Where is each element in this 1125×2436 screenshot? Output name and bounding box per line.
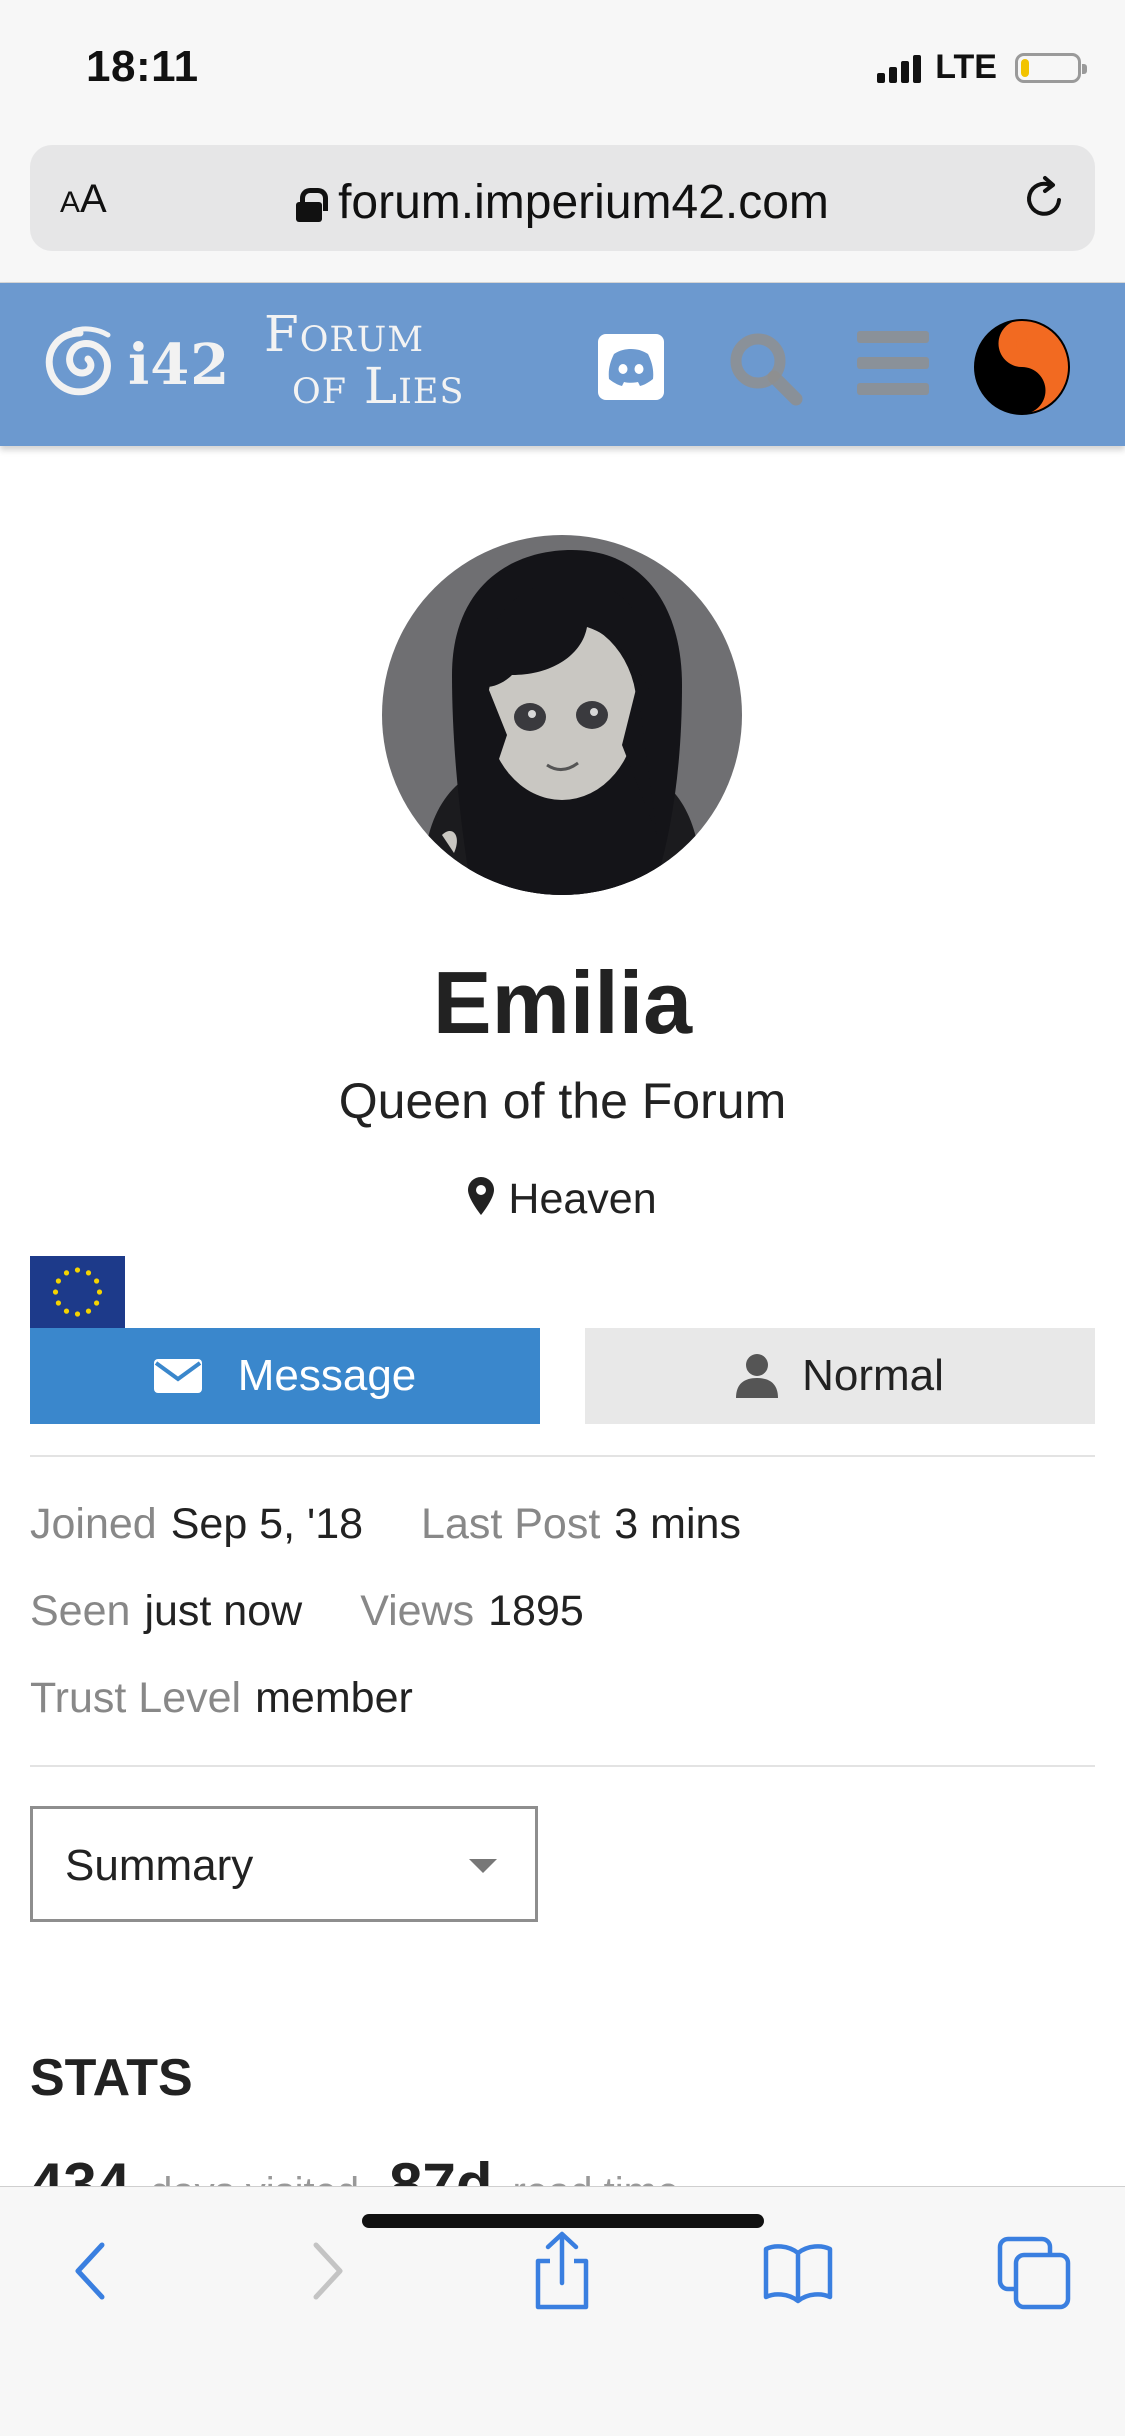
- bookmarks-icon[interactable]: [758, 2231, 838, 2311]
- user-icon: [736, 1354, 779, 1398]
- last-post-value: 3 mins: [614, 1500, 741, 1548]
- trust-value: member: [255, 1674, 413, 1722]
- logo-text: i42: [128, 332, 231, 398]
- battery-icon: [1015, 52, 1087, 83]
- chevron-down-icon: [469, 1859, 497, 1873]
- share-icon[interactable]: [522, 2231, 602, 2311]
- profile-section-select[interactable]: Summary: [30, 1806, 538, 1922]
- profile-avatar[interactable]: [382, 535, 742, 895]
- read-time-value: 87d: [389, 2151, 493, 2188]
- selected-section: Summary: [65, 1841, 254, 1890]
- battery-level: [1021, 58, 1029, 77]
- swirl-logo-icon: [45, 326, 111, 396]
- username: Emilia: [432, 953, 693, 1052]
- normal-label: Normal: [802, 1351, 944, 1400]
- stats-row-partial: 434days visited87dread time: [30, 2150, 709, 2188]
- home-indicator[interactable]: [362, 2214, 764, 2228]
- forward-icon[interactable]: [286, 2231, 366, 2311]
- user-title: Queen of the Forum: [338, 1073, 787, 1129]
- location-text: Heaven: [508, 1175, 657, 1223]
- eu-flag-icon: [30, 1256, 125, 1328]
- divider: [30, 1765, 1095, 1767]
- views-value: 1895: [488, 1587, 584, 1635]
- divider: [30, 1455, 1095, 1457]
- url-field[interactable]: forum.imperium42.com: [30, 175, 1095, 230]
- user-location: Heaven: [0, 1175, 1125, 1224]
- discord-button[interactable]: [598, 334, 664, 400]
- discord-icon: [608, 349, 654, 386]
- seen-value: just now: [144, 1587, 303, 1635]
- meta-row-seen: Seen just now Views 1895: [30, 1587, 584, 1636]
- views-label: Views: [360, 1587, 475, 1635]
- hamburger-menu-icon[interactable]: [857, 331, 929, 401]
- lock-icon: [296, 188, 329, 222]
- trust-label: Trust Level: [30, 1674, 242, 1722]
- seen-label: Seen: [30, 1587, 131, 1635]
- stats-heading: STATS: [30, 2049, 193, 2107]
- url-text: forum.imperium42.com: [338, 176, 829, 229]
- last-post-label: Last Post: [421, 1500, 601, 1548]
- meta-row-trust: Trust Level member: [30, 1674, 413, 1723]
- browser-address-area: AA forum.imperium42.com: [0, 135, 1125, 283]
- last-post-item: Last Post 3 mins: [421, 1500, 741, 1549]
- map-pin-icon: [468, 1177, 495, 1215]
- forum-logo-line1: Forum: [264, 305, 425, 363]
- seen-item: Seen just now: [30, 1587, 302, 1636]
- user-avatar-yin-yang-icon[interactable]: [974, 319, 1070, 415]
- notification-level-button[interactable]: Normal: [585, 1328, 1095, 1424]
- forum-logo-line2: of Lies: [292, 357, 465, 415]
- status-bar: 18:11 LTE: [0, 0, 1125, 135]
- signal-icon: [877, 53, 922, 83]
- joined-item: Joined Sep 5, '18: [30, 1500, 363, 1549]
- message-label: Message: [237, 1351, 417, 1400]
- address-bar[interactable]: AA forum.imperium42.com: [30, 145, 1095, 251]
- back-icon[interactable]: [52, 2231, 132, 2311]
- i42-logo[interactable]: i42: [38, 323, 230, 407]
- search-icon[interactable]: [722, 325, 808, 411]
- views-item: Views 1895: [360, 1587, 584, 1636]
- message-button[interactable]: Message: [30, 1328, 540, 1424]
- days-visited-value: 434: [30, 2151, 131, 2188]
- network-type: LTE: [935, 48, 997, 86]
- status-indicators: LTE: [877, 48, 1087, 87]
- tabs-icon[interactable]: [994, 2231, 1074, 2311]
- envelope-icon: [153, 1359, 202, 1393]
- site-header: i42 Forum of Lies: [0, 283, 1125, 446]
- joined-label: Joined: [30, 1500, 157, 1548]
- joined-value: Sep 5, '18: [170, 1500, 364, 1548]
- reload-icon[interactable]: [1019, 173, 1069, 223]
- meta-row-joined: Joined Sep 5, '18 Last Post 3 mins: [30, 1500, 741, 1549]
- status-time: 18:11: [86, 42, 199, 91]
- trust-item: Trust Level member: [30, 1674, 413, 1723]
- anime-girl-avatar-image: [382, 535, 742, 895]
- forum-of-lies-logo[interactable]: Forum of Lies: [262, 305, 502, 429]
